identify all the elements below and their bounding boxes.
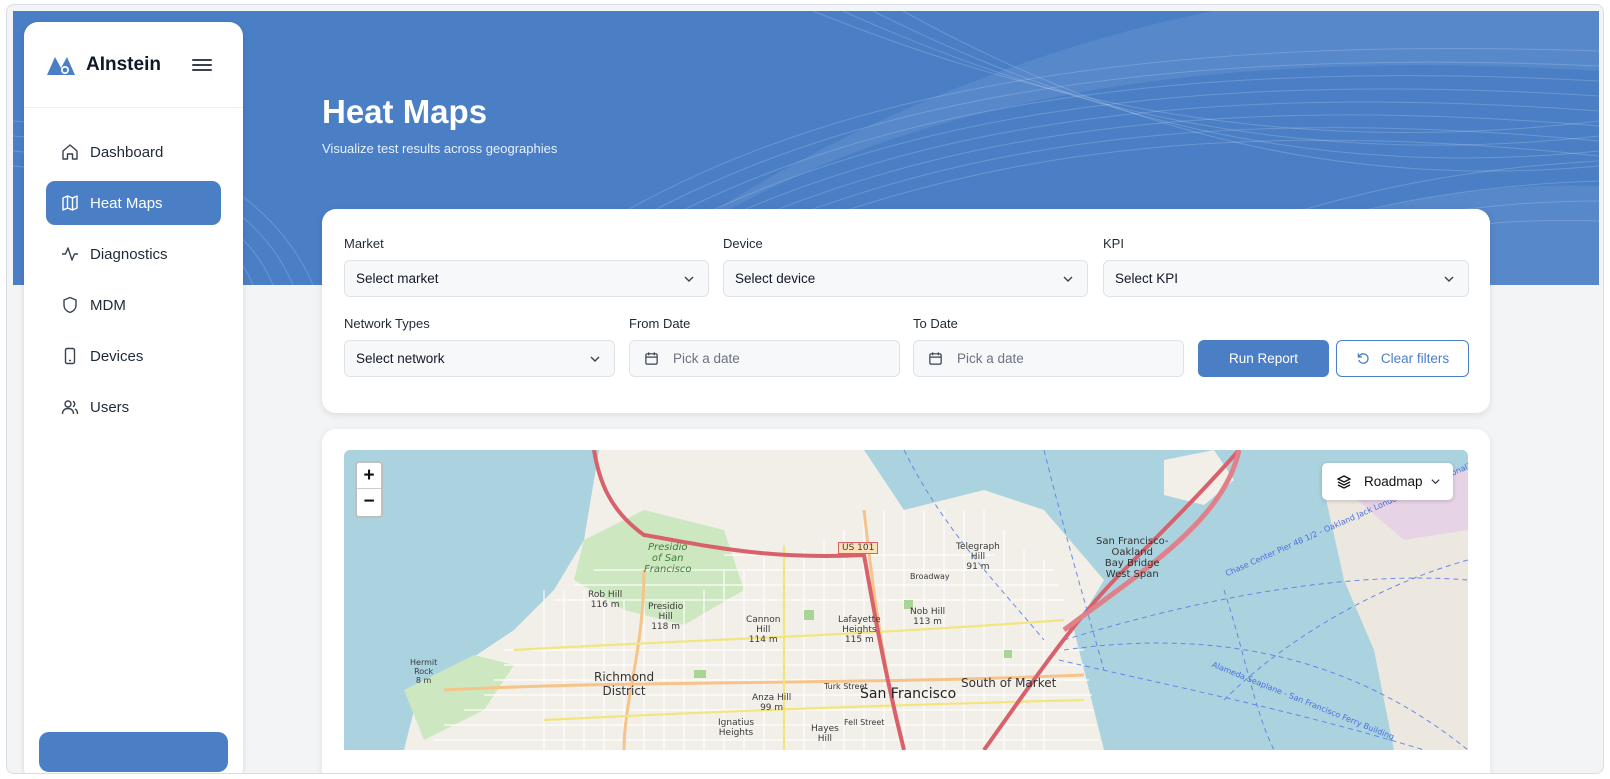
chevron-down-icon (1063, 276, 1073, 282)
shield-icon (63, 296, 77, 314)
from-date-label: From Date (629, 316, 691, 331)
map-label-telegraph: Telegraph Hill 91 m (956, 542, 1000, 572)
market-label: Market (344, 236, 384, 251)
chevron-down-icon (590, 356, 600, 362)
to-date-input[interactable]: Pick a date (913, 340, 1184, 377)
layers-icon (1336, 474, 1352, 489)
map-icon (62, 195, 78, 211)
device-select[interactable]: Select device (723, 260, 1088, 297)
map-label-turk: Turk Street (824, 682, 868, 691)
map-label-bay-bridge: San Francisco- Oakland Bay Bridge West S… (1096, 536, 1169, 580)
page-subtitle: Visualize test results across geographie… (322, 141, 558, 156)
sidebar-nav: Dashboard Heat Maps Diagnostics MDM Devi… (46, 130, 221, 436)
activity-icon (62, 247, 78, 261)
sidebar-item-diagnostics[interactable]: Diagnostics (46, 232, 221, 276)
map-type-value: Roadmap (1364, 474, 1423, 489)
heat-map[interactable]: San Francisco Richmond District South of… (344, 450, 1468, 750)
clear-filters-button[interactable]: Clear filters (1336, 340, 1469, 377)
map-label-fell: Fell Street (844, 718, 885, 727)
market-select[interactable]: Select market (344, 260, 709, 297)
map-label-richmond: Richmond District (594, 670, 655, 698)
map-label-ignatius: Ignatius Heights (718, 718, 755, 738)
market-select-value: Select market (356, 271, 439, 286)
map-label-rob-hill: Rob Hill 116 m (588, 590, 623, 610)
sidebar-item-mdm[interactable]: MDM (46, 283, 221, 327)
network-select[interactable]: Select network (344, 340, 615, 377)
calendar-icon (929, 352, 942, 365)
run-report-button[interactable]: Run Report (1198, 340, 1329, 377)
kpi-select-value: Select KPI (1115, 271, 1179, 286)
kpi-select[interactable]: Select KPI (1103, 260, 1469, 297)
chevron-down-icon (684, 276, 694, 282)
map-label-cannon-hill: Cannon Hill 114 m (746, 615, 781, 645)
sidebar-item-label: MDM (90, 296, 126, 314)
map-label-nob-hill: Nob Hill 113 m (910, 607, 946, 627)
smartphone-icon (64, 347, 76, 365)
clear-filters-label: Clear filters (1380, 351, 1450, 366)
sidebar-item-heat-maps[interactable]: Heat Maps (46, 181, 221, 225)
chevron-down-icon (1431, 479, 1440, 485)
network-select-value: Select network (356, 351, 445, 366)
sidebar-bottom-button[interactable] (39, 732, 228, 772)
map-label-broadway: Broadway (910, 572, 950, 581)
sidebar-item-label: Dashboard (90, 143, 164, 161)
sidebar-item-label: Heat Maps (90, 194, 163, 212)
calendar-icon (645, 352, 658, 365)
map-tiles (404, 450, 1468, 750)
zoom-out-button[interactable]: − (357, 489, 381, 515)
map-label-presidio-hill: Presidio Hill 118 m (648, 602, 684, 632)
sidebar: AInstein Dashboard Heat Maps Diagnostics… (24, 22, 243, 773)
map-label-lafayette: Lafayette Heights 115 m (838, 615, 881, 645)
kpi-label: KPI (1103, 236, 1124, 251)
users-icon (61, 400, 79, 415)
map-label-anza-hill: Anza Hill 99 m (752, 693, 792, 713)
sidebar-item-label: Diagnostics (90, 245, 168, 263)
to-date-label: To Date (913, 316, 958, 331)
sidebar-item-dashboard[interactable]: Dashboard (46, 130, 221, 174)
reset-icon (1357, 353, 1369, 364)
map-label-south-of-market: South of Market (961, 676, 1057, 690)
app-name: AInstein (86, 53, 161, 75)
page-title: Heat Maps (322, 93, 488, 130)
zoom-in-button[interactable]: + (357, 463, 381, 489)
device-select-value: Select device (735, 271, 816, 286)
from-date-placeholder: Pick a date (673, 351, 740, 366)
filters-panel: Market Select market Device Select devic… (322, 209, 1490, 413)
to-date-placeholder: Pick a date (957, 351, 1024, 366)
chevron-down-icon (1444, 276, 1454, 282)
map-label-hayes: Hayes Hill (811, 724, 839, 744)
device-label: Device (723, 236, 763, 251)
sidebar-item-label: Users (90, 398, 130, 416)
sidebar-item-label: Devices (90, 347, 144, 365)
network-label: Network Types (344, 316, 430, 331)
from-date-input[interactable]: Pick a date (629, 340, 900, 377)
map-label-presidio: Presidio of San Francisco (644, 542, 692, 575)
hamburger-menu-icon[interactable] (192, 56, 212, 74)
map-label-hermit-rock: Hermit Rock 8 m (410, 658, 438, 685)
map-type-select[interactable]: Roadmap (1322, 463, 1453, 500)
map-label-san-francisco: San Francisco (860, 686, 957, 702)
zoom-control: + − (355, 461, 383, 518)
logo-icon (47, 56, 75, 75)
sidebar-item-users[interactable]: Users (46, 385, 221, 429)
home-icon (62, 144, 78, 160)
map-label-us101: US 101 (838, 542, 879, 554)
sidebar-item-devices[interactable]: Devices (46, 334, 221, 378)
app-window: Heat Maps Visualize test results across … (6, 4, 1604, 774)
